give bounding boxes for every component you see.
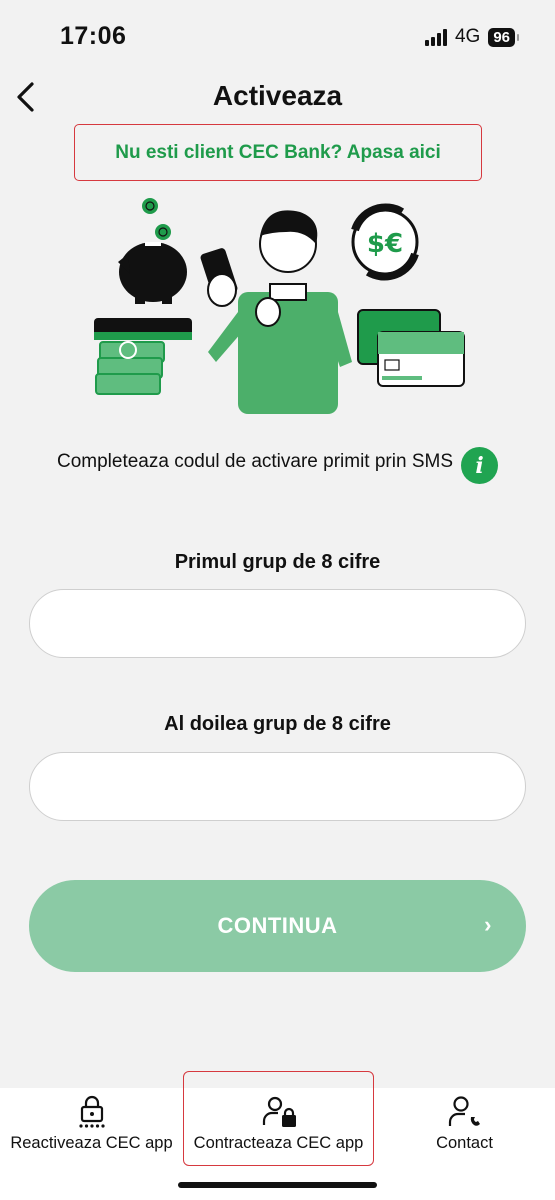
first-group-label: Primul grup de 8 cifre xyxy=(174,551,381,573)
chevron-right-icon: › xyxy=(484,912,492,937)
nav-label: Contact xyxy=(436,1134,493,1152)
signal-icon xyxy=(424,28,447,46)
nav-contact[interactable]: Contact xyxy=(374,1088,555,1168)
page-title: Activeaza xyxy=(212,80,343,111)
not-client-link[interactable]: Nu esti client CEC Bank? Apasa aici xyxy=(74,124,482,181)
status-bar: 17:06 4G 96 xyxy=(0,0,555,75)
coin-icon xyxy=(142,198,158,214)
continue-label: CONTINUA xyxy=(217,913,338,938)
info-icon[interactable]: i xyxy=(461,447,498,484)
user-phone-icon xyxy=(447,1094,483,1130)
nav-reactivate[interactable]: Reactiveaza CEC app xyxy=(0,1088,183,1168)
nav-label: Reactiveaza CEC app xyxy=(10,1134,173,1152)
second-group-input[interactable] xyxy=(29,752,526,821)
nav-contract[interactable]: Contracteaza CEC app xyxy=(183,1088,374,1168)
coin-icon xyxy=(155,224,171,240)
status-time: 17:06 xyxy=(60,22,127,50)
activation-illustration: $€ xyxy=(94,198,465,414)
cards-icon xyxy=(357,309,465,387)
user-lock-icon xyxy=(261,1094,297,1130)
instruction-text: Completeaza codul de activare primit pri… xyxy=(56,451,453,472)
person-with-phone-icon xyxy=(200,210,352,414)
home-indicator xyxy=(178,1182,377,1188)
second-group-label: Al doilea grup de 8 cifre xyxy=(164,713,391,735)
network-type: 4G xyxy=(454,26,481,47)
status-indicators: 4G 96 xyxy=(424,26,519,48)
svg-text:$€: $€ xyxy=(367,229,403,259)
banknotes-icon xyxy=(95,341,165,395)
continue-button[interactable]: CONTINUA › xyxy=(29,880,526,972)
battery-icon: 96 xyxy=(488,27,519,47)
piggy-bank-icon xyxy=(118,242,187,304)
first-group-input[interactable] xyxy=(29,589,526,658)
nav-label: Contracteaza CEC app xyxy=(193,1134,364,1152)
currency-exchange-icon: $€ xyxy=(351,203,419,281)
lock-reset-icon xyxy=(77,1094,107,1130)
